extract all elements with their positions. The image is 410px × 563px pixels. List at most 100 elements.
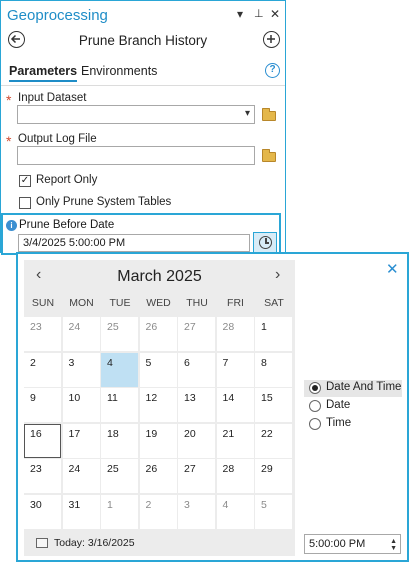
calendar-day[interactable]: 5 [255, 494, 292, 529]
input-dataset-label: Input Dataset [18, 92, 87, 104]
output-log-field[interactable] [17, 146, 255, 165]
calendar-day[interactable]: 26 [139, 459, 177, 493]
calendar-day[interactable]: 12 [139, 388, 177, 422]
spinner-down-icon[interactable]: ▼ [390, 545, 397, 552]
add-icon[interactable] [263, 31, 280, 48]
folder-icon[interactable] [262, 108, 276, 121]
calendar-day[interactable]: 29 [255, 459, 292, 493]
calendar-day[interactable]: 31 [62, 494, 100, 529]
calendar-day[interactable]: 4 [101, 352, 138, 387]
clock-button[interactable] [253, 232, 277, 253]
help-icon[interactable]: ? [265, 63, 280, 78]
prune-before-date-param: i Prune Before Date 3/4/2025 5:00:00 PM [1, 213, 281, 255]
tool-name: Prune Branch History [78, 33, 208, 48]
calendar-day[interactable]: 11 [101, 388, 138, 422]
radio-date-and-time[interactable] [309, 382, 321, 394]
calendar-footer: Today: 3/16/2025 [24, 530, 295, 556]
calendar-day[interactable]: 2 [139, 494, 177, 529]
calendar-day[interactable]: 28 [216, 317, 254, 351]
calendar-day[interactable]: 8 [255, 352, 292, 387]
time-value: 5:00:00 PM [309, 538, 366, 550]
date-time-picker-popup: ✕ ‹ March 2025 › SUN MON TUE WED THU FRI… [16, 252, 409, 562]
prune-before-date-label: Prune Before Date [19, 219, 115, 231]
days-of-week-row: SUN MON TUE WED THU FRI SAT [24, 297, 295, 315]
dow-label: WED [146, 297, 171, 309]
calendar-day[interactable]: 16 [24, 423, 61, 458]
calendar-day[interactable]: 3 [178, 494, 215, 529]
calendar-day[interactable]: 24 [62, 317, 100, 351]
option-label: Time [326, 417, 352, 429]
clock-icon [259, 236, 272, 249]
dow-label: MON [69, 297, 94, 309]
pane-title: Geoprocessing [7, 7, 108, 24]
calendar-day[interactable]: 2 [24, 352, 61, 387]
chevron-down-icon[interactable]: ▾ [245, 108, 250, 119]
calendar-day[interactable]: 25 [101, 317, 138, 351]
prune-before-date-field[interactable]: 3/4/2025 5:00:00 PM [18, 234, 250, 252]
calendar-day[interactable]: 6 [178, 352, 215, 387]
calendar-day[interactable]: 5 [139, 352, 177, 387]
calendar-day[interactable]: 18 [101, 423, 138, 458]
calendar-day[interactable]: 22 [255, 423, 292, 458]
today-label[interactable]: Today: 3/16/2025 [54, 537, 135, 549]
calendar-day[interactable]: 3 [62, 352, 100, 387]
calendar-day[interactable]: 10 [62, 388, 100, 422]
option-date[interactable]: Date [304, 398, 402, 415]
calendar-day[interactable]: 27 [178, 317, 215, 351]
calendar-day[interactable]: 27 [178, 459, 215, 493]
output-log-label: Output Log File [18, 133, 97, 145]
spinner-up-icon[interactable]: ▲ [390, 538, 397, 545]
calendar-day[interactable]: 23 [24, 317, 61, 351]
option-date-and-time[interactable]: Date And Time [304, 380, 402, 397]
radio-date[interactable] [309, 400, 321, 412]
dow-label: THU [186, 297, 208, 309]
calendar-day[interactable]: 26 [139, 317, 177, 351]
calendar-day[interactable]: 4 [216, 494, 254, 529]
report-only-box[interactable]: ✓ [19, 175, 31, 187]
tab-parameters[interactable]: Parameters [9, 64, 78, 82]
calendar-day[interactable]: 13 [178, 388, 215, 422]
calendar-day[interactable]: 19 [139, 423, 177, 458]
info-icon: i [6, 220, 17, 231]
option-label: Date And Time [326, 381, 402, 393]
calendar-day[interactable]: 14 [216, 388, 254, 422]
prune-system-tables-box[interactable] [19, 197, 31, 209]
option-label: Date [326, 399, 351, 411]
time-input[interactable]: 5:00:00 PM ▲ ▼ [304, 534, 401, 554]
calendar-header: ‹ March 2025 › [24, 260, 295, 294]
calendar-day[interactable]: 23 [24, 459, 61, 493]
calendar-day[interactable]: 30 [24, 494, 61, 529]
tab-environments[interactable]: Environments [81, 64, 157, 78]
report-only-label: Report Only [36, 174, 98, 186]
calendar-day[interactable]: 1 [101, 494, 138, 529]
input-dataset-dropdown[interactable]: ▾ [17, 105, 255, 124]
close-icon[interactable]: ✕ [386, 260, 399, 278]
radio-time[interactable] [309, 418, 321, 430]
option-time[interactable]: Time [304, 416, 402, 433]
required-marker: * [6, 133, 12, 149]
calendar-day[interactable]: 24 [62, 459, 100, 493]
close-icon[interactable]: ✕ [270, 7, 280, 21]
calendar-day[interactable]: 9 [24, 388, 61, 422]
calendar-day[interactable]: 17 [62, 423, 100, 458]
chevron-down-icon[interactable]: ▾ [237, 7, 243, 21]
calendar-day[interactable]: 15 [255, 388, 292, 422]
chevron-right-icon[interactable]: › [275, 266, 280, 284]
calendar-day[interactable]: 21 [216, 423, 254, 458]
calendar: ‹ March 2025 › SUN MON TUE WED THU FRI S… [24, 260, 295, 556]
pin-icon[interactable]: ⊥ [254, 7, 264, 20]
folder-icon[interactable] [262, 149, 276, 162]
calendar-day[interactable]: 1 [255, 317, 292, 351]
calendar-day[interactable]: 25 [101, 459, 138, 493]
tool-header: Prune Branch History [1, 29, 285, 53]
pane-title-bar: Geoprocessing ▾ ⊥ ✕ [1, 1, 285, 29]
calendar-day[interactable]: 7 [216, 352, 254, 387]
dow-label: SAT [264, 297, 284, 309]
required-marker: * [6, 92, 12, 108]
calendar-grid: 23 24 25 26 27 28 1 2 3 4 5 6 7 8 9 10 11 12 13 14 15 16 17 18 1… [24, 317, 295, 529]
month-label[interactable]: March 2025 [24, 268, 295, 286]
dow-label: FRI [227, 297, 244, 309]
calendar-day[interactable]: 28 [216, 459, 254, 493]
today-marker-icon[interactable] [36, 538, 48, 548]
calendar-day[interactable]: 20 [178, 423, 215, 458]
